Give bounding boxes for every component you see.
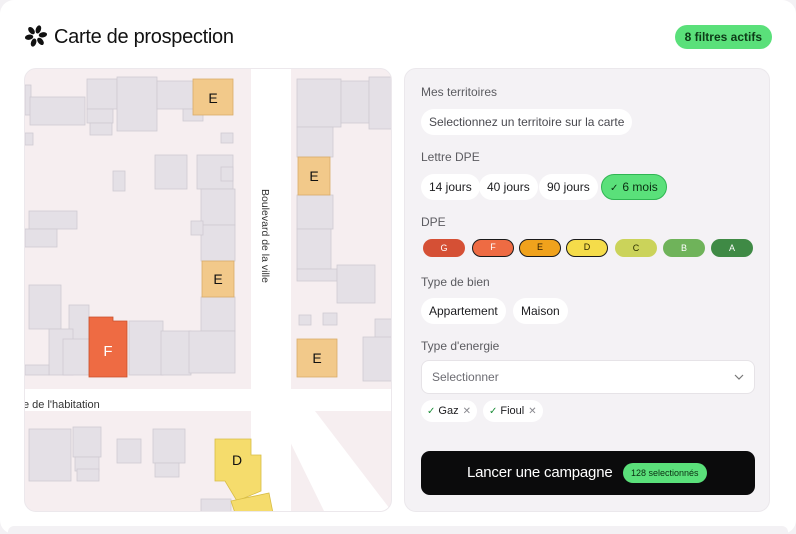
energy-tag-fioul[interactable]: ✓ Fioul ✕ [483,400,543,422]
dpe-label: E [312,350,321,366]
lettre-dpe-label: Lettre DPE [421,150,480,164]
app-card: Carte de prospection 8 filtres actifs E … [0,0,796,534]
launch-campaign-button[interactable]: Lancer une campagne 128 selectionnés [421,451,755,495]
chevron-down-icon [734,374,744,380]
energy-select-placeholder: Selectionner [432,370,499,384]
dpe-grade-d[interactable]: D [566,239,608,257]
type-energie-label: Type d'energie [421,339,500,353]
dpe-building-f[interactable]: F [88,316,128,378]
bottom-strip [8,526,788,534]
territories-label: Mes territoires [421,85,498,99]
dpe-grade-a[interactable]: A [711,239,753,257]
street-label-boulevard: Boulevard de la ville [259,189,271,283]
active-filters-badge[interactable]: 8 filtres actifs [674,25,772,49]
buildings-right-block [296,76,391,382]
territory-select-chip[interactable]: Selectionnez un territoire sur la carte [421,109,633,135]
header: Carte de prospection 8 filtres actifs [24,22,772,52]
dpe-label: E [213,271,222,287]
type-appartement[interactable]: Appartement [421,298,506,324]
period-90-jours[interactable]: 90 jours [539,174,598,200]
dpe-label: E [208,90,217,106]
period-6-mois-label: 6 mois [622,180,658,194]
buildings-bottom-block [28,426,232,511]
prospection-map[interactable]: E E E E F D Boulevard de la ville e de l… [24,68,392,512]
page-title: Carte de prospection [54,26,234,48]
dpe-building-e-1[interactable]: E [192,78,234,116]
dpe-grade-b[interactable]: B [663,239,705,257]
launch-campaign-label: Lancer une campagne [467,464,613,481]
check-icon: ✓ [610,183,619,194]
type-maison[interactable]: Maison [513,298,568,324]
period-14-jours[interactable]: 14 jours [421,174,480,200]
dpe-grade-e[interactable]: E [519,239,561,257]
flower-logo-icon [24,25,48,47]
dpe-grade-f[interactable]: F [472,239,514,257]
dpe-building-e-3[interactable]: E [201,260,235,298]
selected-count-badge: 128 selectionnés [623,463,707,483]
remove-icon[interactable]: ✕ [463,406,471,417]
road-vertical [251,69,291,511]
dpe-label: F [103,343,112,360]
type-bien-label: Type de bien [421,275,490,289]
energy-tag-label: Fioul [500,405,525,417]
filters-panel: Mes territoires Selectionnez un territoi… [404,68,770,512]
dpe-label: D [232,452,242,468]
check-icon: ✓ [489,406,498,417]
dpe-building-e-4[interactable]: E [296,338,338,378]
dpe-grade-c[interactable]: C [615,239,657,257]
map-canvas[interactable]: E E E E F D Boulevard de la ville e de l… [25,69,392,512]
road-diagonal [275,411,391,511]
remove-icon[interactable]: ✕ [528,406,536,417]
dpe-grade-g[interactable]: G [423,239,465,257]
street-label-habitation: e de l'habitation [25,399,100,411]
buildings-left-block [25,76,236,376]
period-6-mois[interactable]: ✓ 6 mois [601,174,667,200]
check-icon: ✓ [427,406,436,417]
energy-tag-label: Gaz [438,405,459,417]
dpe-label: E [309,168,318,184]
dpe-label-heading: DPE [421,215,446,229]
energy-tag-gaz[interactable]: ✓ Gaz ✕ [421,400,477,422]
dpe-building-e-2[interactable]: E [297,156,331,196]
energy-select[interactable]: Selectionner [421,360,755,394]
period-40-jours[interactable]: 40 jours [479,174,538,200]
